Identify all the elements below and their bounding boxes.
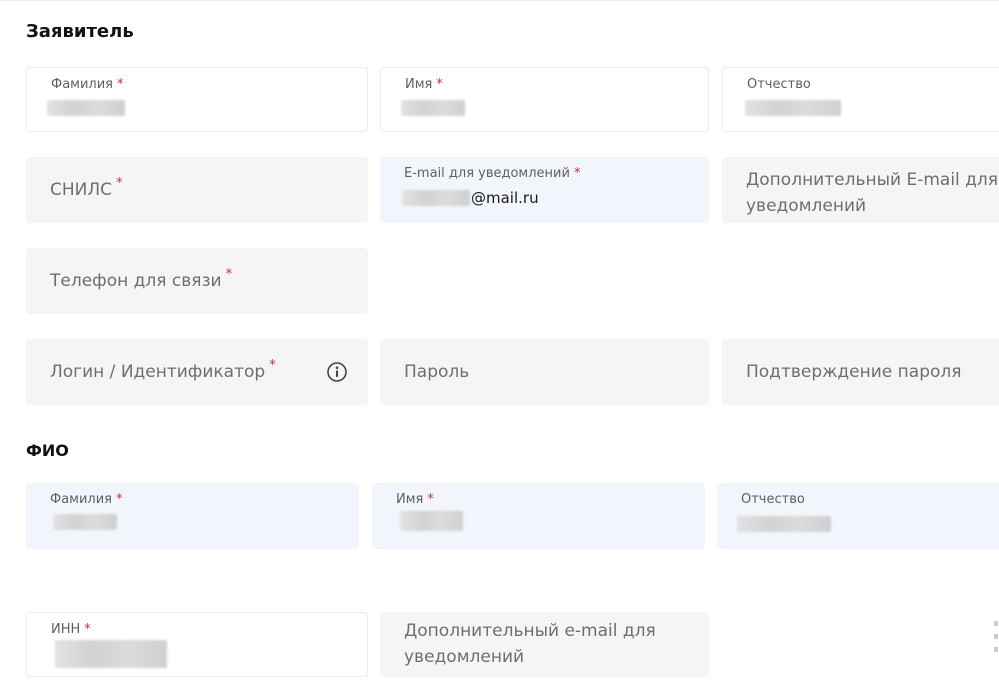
applicant-lastname-value-blurred xyxy=(47,100,125,116)
login-field[interactable]: Логин / Идентификатор * xyxy=(26,339,368,405)
phone-field[interactable]: Телефон для связи * xyxy=(26,248,368,314)
edge-fragment-2 xyxy=(994,634,998,639)
notification-email-user-blurred xyxy=(402,190,470,206)
fio-middlename-field[interactable]: Отчество xyxy=(717,483,999,549)
form-page: Заявитель Фамилия * Имя * Отчество СНИЛС * … xyxy=(0,0,999,695)
snils-field[interactable]: СНИЛС * xyxy=(26,157,368,223)
applicant-middlename-value-blurred xyxy=(745,100,841,116)
fio-middlename-label: Отчество xyxy=(741,492,805,507)
login-placeholder: Логин / Идентификатор * xyxy=(50,358,276,382)
notification-email-domain: @mail.ru xyxy=(471,189,539,207)
company-extra-email-placeholder: Дополнительный e-mail для уведомлений xyxy=(404,621,656,667)
edge-fragment-1 xyxy=(994,621,998,626)
password-placeholder: Пароль xyxy=(404,362,470,382)
required-mark: * xyxy=(225,267,233,282)
fio-firstname-value-blurred xyxy=(400,511,463,531)
required-mark: * xyxy=(116,492,123,507)
fio-lastname-field[interactable]: Фамилия * xyxy=(26,483,359,549)
fio-firstname-field[interactable]: Имя * xyxy=(372,483,705,549)
password-field[interactable]: Пароль xyxy=(380,339,709,405)
applicant-lastname-field[interactable]: Фамилия * xyxy=(26,67,368,132)
edge-fragment-3 xyxy=(994,647,998,652)
required-mark: * xyxy=(573,166,581,181)
applicant-middlename-label: Отчество xyxy=(747,77,811,92)
required-mark: * xyxy=(269,358,276,373)
applicant-firstname-value-blurred xyxy=(401,100,465,116)
applicant-firstname-field[interactable]: Имя * xyxy=(380,67,709,132)
extra-email-field[interactable]: Дополнительный E-mail для уведомлений xyxy=(722,157,999,223)
section-title-applicant: Заявитель xyxy=(26,21,134,42)
applicant-firstname-label: Имя * xyxy=(405,77,443,92)
phone-placeholder: Телефон для связи * xyxy=(50,267,233,291)
password-confirm-placeholder: Подтверждение пароля xyxy=(746,362,962,382)
fio-firstname-label: Имя * xyxy=(396,492,434,507)
notification-email-label: E-mail для уведомлений * xyxy=(404,166,581,181)
fio-lastname-value-blurred xyxy=(53,514,117,530)
applicant-middlename-field[interactable]: Отчество xyxy=(722,67,999,132)
edge-text-fragment xyxy=(992,615,999,675)
company-extra-email-field[interactable]: Дополнительный e-mail для уведомлений xyxy=(380,612,709,677)
inn-field[interactable]: ИНН * xyxy=(26,612,368,677)
required-mark: * xyxy=(117,77,124,92)
required-mark: * xyxy=(116,176,123,191)
inn-value-blurred xyxy=(55,640,167,668)
info-icon[interactable] xyxy=(326,361,348,383)
fio-middlename-value-blurred xyxy=(737,516,831,532)
required-mark: * xyxy=(427,492,434,507)
required-mark: * xyxy=(436,77,443,92)
password-confirm-field[interactable]: Подтверждение пароля xyxy=(722,339,999,405)
notification-email-field[interactable]: E-mail для уведомлений * @mail.ru xyxy=(380,157,709,223)
snils-placeholder: СНИЛС * xyxy=(50,176,123,200)
top-divider xyxy=(0,0,999,1)
required-mark: * xyxy=(84,622,91,637)
fio-lastname-label: Фамилия * xyxy=(50,492,123,507)
applicant-lastname-label: Фамилия * xyxy=(51,77,124,92)
inn-label: ИНН * xyxy=(51,622,91,637)
extra-email-placeholder: Дополнительный E-mail для уведомлений xyxy=(746,170,999,216)
section-title-fio: ФИО xyxy=(26,441,69,460)
